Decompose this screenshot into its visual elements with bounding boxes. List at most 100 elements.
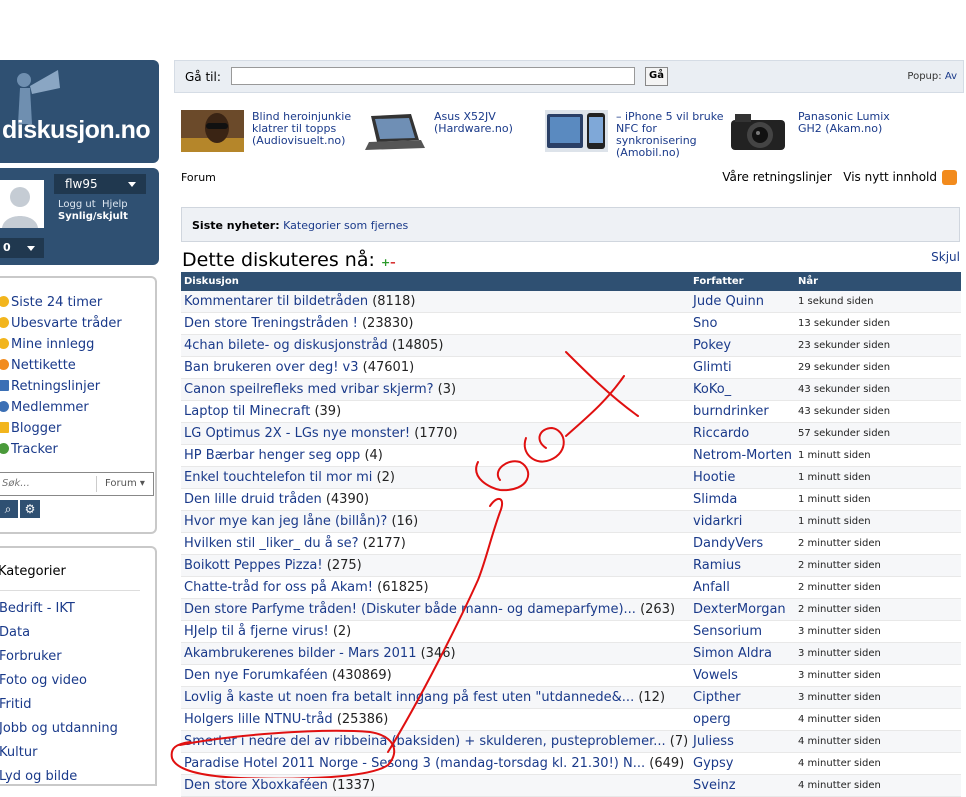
table-row: 4chan bilete- og diskusjonstråd (14805) P… xyxy=(181,334,961,357)
thread-link[interactable]: Den store Xboxkaféen xyxy=(184,778,328,793)
thread-cell: Paradise Hotel 2011 Norge - Sesong 3 (ma… xyxy=(181,752,690,775)
popup-toggle[interactable]: Av xyxy=(945,71,957,82)
thread-link[interactable]: Akambrukerenes bilder - Mars 2011 xyxy=(184,646,416,661)
category-item[interactable]: Lyd og bilde xyxy=(0,768,118,792)
site-logo[interactable]: diskusjon.no xyxy=(0,60,159,163)
thread-link[interactable]: 4chan bilete- og diskusjonstråd xyxy=(184,338,388,353)
nav-item-tracker[interactable]: Tracker xyxy=(0,441,122,462)
latest-news-link[interactable]: Kategorier som fjernes xyxy=(283,219,408,232)
category-item[interactable]: Data xyxy=(0,624,118,648)
author-link[interactable]: Sno xyxy=(690,312,795,335)
category-item[interactable]: Bedrift - IKT xyxy=(0,600,118,624)
thread-link[interactable]: Den nye Forumkaféen xyxy=(184,668,328,683)
table-row: Hvilken stil _liker_ du å se? (2177) Dand… xyxy=(181,532,961,555)
thread-cell: Smerter i nedre del av ribbeina (bakside… xyxy=(181,730,690,753)
collapse-icon[interactable]: – xyxy=(390,256,396,269)
thread-link[interactable]: Den store Treningstråden ! xyxy=(184,316,358,331)
thread-link[interactable]: Lovlig å kaste ut noen fra betalt inngan… xyxy=(184,690,634,705)
hide-link[interactable]: Skjul xyxy=(931,250,960,264)
reply-count: (2177) xyxy=(362,536,406,551)
nav-item-ubesvarte[interactable]: Ubesvarte tråder xyxy=(0,315,122,336)
help-link[interactable]: Hjelp xyxy=(102,199,128,210)
thread-link[interactable]: Chatte-tråd for oss på Akam! xyxy=(184,580,373,595)
author-link[interactable]: DexterMorgan xyxy=(690,598,795,621)
author-link[interactable]: Sensorium xyxy=(690,620,795,643)
rss-icon[interactable] xyxy=(942,170,957,185)
goto-input[interactable] xyxy=(231,67,635,85)
document-icon xyxy=(0,380,9,391)
notification-counter-dropdown[interactable]: 0 xyxy=(0,238,44,258)
thread-link[interactable]: Smerter i nedre del av ribbeina (bakside… xyxy=(184,734,666,749)
thread-cell: Enkel touchtelefon til mor mi (2) xyxy=(181,466,690,489)
nav-item-mine-innlegg[interactable]: Mine innlegg xyxy=(0,336,122,357)
table-row: Akambrukerenes bilder - Mars 2011 (346) S… xyxy=(181,642,961,665)
thread-link[interactable]: Kommentarer til bildetråden xyxy=(184,294,368,309)
reply-count: (1770) xyxy=(414,426,458,441)
thread-link[interactable]: Boikott Peppes Pizza! xyxy=(184,558,323,573)
guidelines-link[interactable]: Våre retningslinjer xyxy=(722,170,832,184)
author-link[interactable]: Riccardo xyxy=(690,422,795,445)
author-link[interactable]: Juliess xyxy=(690,730,795,753)
author-link[interactable]: Pokey xyxy=(690,334,795,357)
search-scope-dropdown[interactable]: Forum ▾ xyxy=(96,476,145,492)
category-item[interactable]: Forbruker xyxy=(0,648,118,672)
thread-link[interactable]: Hvilken stil _liker_ du å se? xyxy=(184,536,359,551)
goto-button[interactable]: Gå xyxy=(645,67,668,86)
thread-link[interactable]: Ban brukeren over deg! v3 xyxy=(184,360,359,375)
thread-link[interactable]: Holgers lille NTNU-tråd xyxy=(184,712,333,727)
logo-text: diskusjon.no xyxy=(2,116,151,144)
author-link[interactable]: KoKo_ xyxy=(690,378,795,401)
author-link[interactable]: Simon Aldra xyxy=(690,642,795,665)
username-dropdown[interactable]: flw95 xyxy=(54,174,146,194)
user-panel: flw95 Logg ut Hjelp Synlig/skjult 0 xyxy=(0,168,159,265)
nav-item-medlemmer[interactable]: Medlemmer xyxy=(0,399,122,420)
author-link[interactable]: Slimda xyxy=(690,488,795,511)
author-link[interactable]: Cipther xyxy=(690,686,795,709)
author-link[interactable]: burndrinker xyxy=(690,400,795,423)
nav-item-siste-24-timer[interactable]: Siste 24 timer xyxy=(0,294,122,315)
author-link[interactable]: Vowels xyxy=(690,664,795,687)
thread-link[interactable]: Hvor mye kan jeg låne (billån)? xyxy=(184,514,387,529)
author-link[interactable]: Hootie xyxy=(690,466,795,489)
nav-item-retningslinjer[interactable]: Retningslinjer xyxy=(0,378,122,399)
header-topic: Diskusjon xyxy=(181,272,690,291)
thread-link[interactable]: Enkel touchtelefon til mor mi xyxy=(184,470,372,485)
author-link[interactable]: Jude Quinn xyxy=(690,291,795,313)
thread-link[interactable]: Den store Parfyme tråden! (Diskuter både… xyxy=(184,602,636,617)
header-when: Når xyxy=(795,272,961,291)
thread-link[interactable]: HJelp til å fjerne virus! xyxy=(184,624,329,639)
author-link[interactable]: DandyVers xyxy=(690,532,795,555)
author-link[interactable]: operg xyxy=(690,708,795,731)
thread-link[interactable]: Canon speilrefleks med vribar skjerm? xyxy=(184,382,434,397)
avatar[interactable] xyxy=(0,180,44,228)
author-link[interactable]: Gypsy xyxy=(690,752,795,775)
thread-link[interactable]: Paradise Hotel 2011 Norge - Sesong 3 (ma… xyxy=(184,756,645,771)
logout-link[interactable]: Logg ut xyxy=(58,199,96,210)
new-content-link[interactable]: Vis nytt innhold xyxy=(843,170,937,184)
forum-links: Våre retningslinjer Vis nytt innhold xyxy=(722,170,937,184)
author-link[interactable]: Ramius xyxy=(690,554,795,577)
thread-link[interactable]: LG Optimus 2X - LGs nye monster! xyxy=(184,426,410,441)
category-item[interactable]: Kultur xyxy=(0,744,118,768)
expand-icon[interactable]: + xyxy=(381,256,390,269)
thread-link[interactable]: HP Bærbar henger seg opp xyxy=(184,448,360,463)
nav-item-nettikette[interactable]: Nettikette xyxy=(0,357,122,378)
timestamp: 3 minutter siden xyxy=(795,620,961,643)
category-item[interactable]: Foto og video xyxy=(0,672,118,696)
search-button[interactable]: ⌕ xyxy=(0,500,18,518)
news-caption: – iPhone 5 vil bruke NFC for synkroniser… xyxy=(616,110,724,159)
breadcrumb-forum[interactable]: Forum xyxy=(181,171,216,184)
author-link[interactable]: Anfall xyxy=(690,576,795,599)
search-input[interactable] xyxy=(0,473,94,493)
thread-cell: Chatte-tråd for oss på Akam! (61825) xyxy=(181,576,690,599)
search-settings-button[interactable]: ⚙ xyxy=(20,500,40,518)
category-item[interactable]: Jobb og utdanning xyxy=(0,720,118,744)
visibility-toggle[interactable]: Synlig/skjult xyxy=(58,211,128,222)
thread-link[interactable]: Laptop til Minecraft xyxy=(184,404,310,419)
author-link[interactable]: Netrom-Morten xyxy=(690,444,795,467)
nav-item-blogger[interactable]: Blogger xyxy=(0,420,122,441)
author-link[interactable]: Glimti xyxy=(690,356,795,379)
author-link[interactable]: vidarkri xyxy=(690,510,795,533)
category-item[interactable]: Fritid xyxy=(0,696,118,720)
thread-link[interactable]: Den lille druid tråden xyxy=(184,492,322,507)
